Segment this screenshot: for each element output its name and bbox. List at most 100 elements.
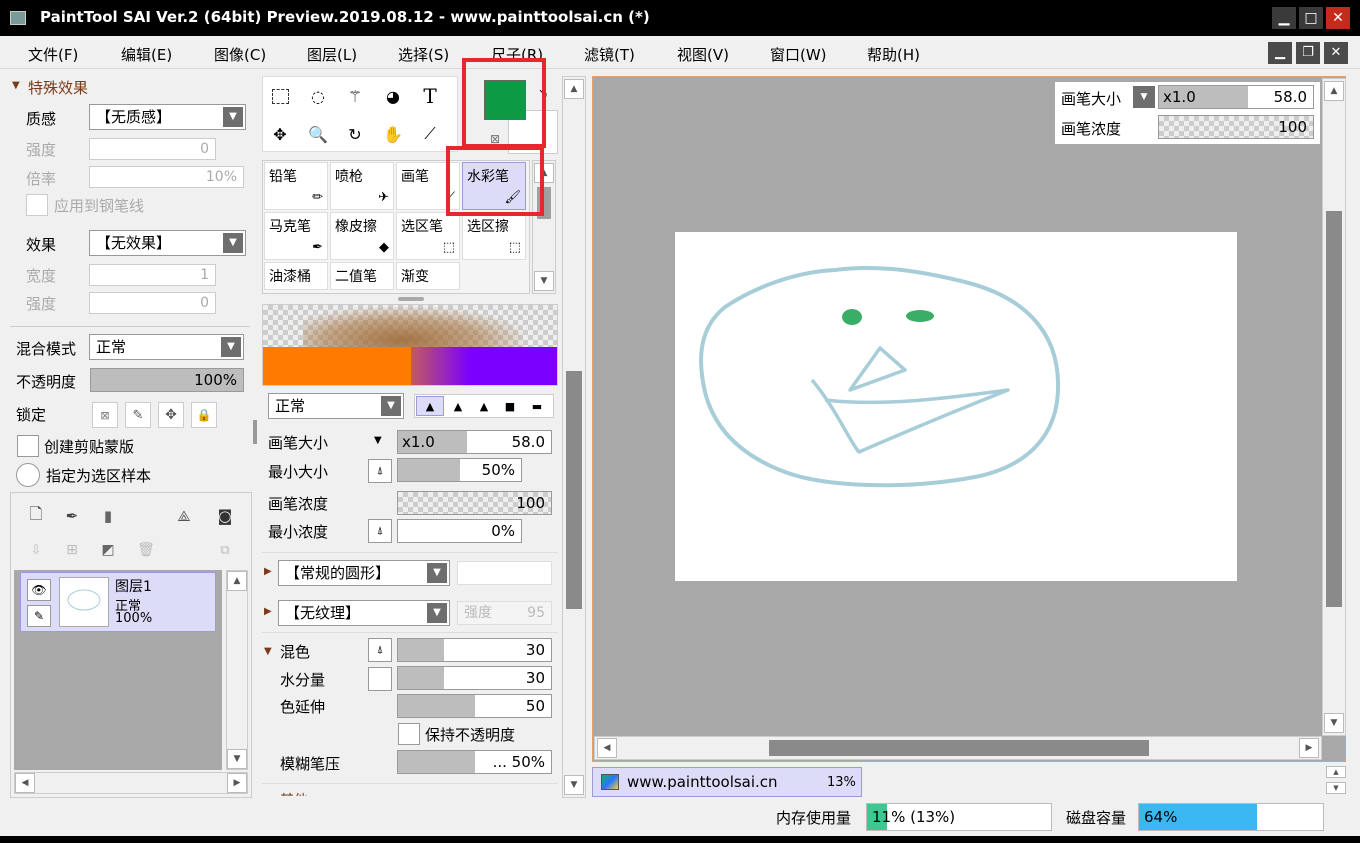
drawing-canvas[interactable] [675, 232, 1237, 581]
eyedropper-tool[interactable]: ⟋ [414, 118, 446, 150]
scroll-up-icon[interactable]: ▲ [564, 79, 584, 99]
brush-select-pen[interactable]: 选区笔 ⬚ [396, 212, 460, 260]
chevron-down-icon[interactable]: ▼ [374, 435, 382, 446]
mdi-restore-button[interactable]: ❐ [1296, 42, 1320, 64]
stretch-slider[interactable]: 50 [397, 694, 552, 718]
scroll-thumb[interactable] [1326, 211, 1342, 607]
keep-opacity-checkbox[interactable] [398, 723, 420, 745]
menu-filter[interactable]: 滤镜(T) [584, 44, 635, 65]
brush-size-slider[interactable]: x1.0 58.0 [397, 430, 552, 454]
mdi-close-button[interactable]: ✕ [1324, 42, 1348, 64]
tab-scroll-up-icon[interactable]: ▲ [1326, 766, 1346, 778]
zoom-tool[interactable]: 🔍 [302, 118, 334, 150]
layer-effect-icon[interactable]: ⟁ [172, 506, 196, 526]
lock-paint-icon[interactable]: ✎ [125, 402, 151, 428]
layer-mask-icon[interactable]: ◙ [214, 506, 236, 526]
pressure-icon[interactable]: ⍋ [368, 638, 392, 662]
pencil-icon[interactable]: ✎ [27, 605, 51, 627]
texture-strength-field[interactable]: 强度 95 [457, 601, 552, 625]
menu-help[interactable]: 帮助(H) [867, 44, 920, 65]
scale-field[interactable]: 10% [89, 166, 244, 188]
menu-image[interactable]: 图像(C) [214, 44, 266, 65]
canvas-hscrollbar[interactable]: ◀ ▶ [594, 736, 1322, 760]
pressure-icon[interactable]: ⍋ [368, 459, 392, 483]
magic-wand-tool[interactable]: ⚚ [339, 80, 371, 112]
overlay-size-slider[interactable]: x1.0 58.0 [1158, 85, 1314, 109]
tip-sharp-icon[interactable]: ▲ [416, 396, 444, 416]
effect-select[interactable]: 【无效果】 ▼ [89, 230, 246, 256]
overlay-density-slider[interactable]: 100 [1158, 115, 1314, 139]
close-button[interactable]: ✕ [1326, 7, 1350, 29]
expand-arrow-icon[interactable]: ▶ [264, 606, 272, 617]
shape-tool[interactable]: ◕ [377, 80, 409, 112]
brush-blend-select[interactable]: 正常 ▼ [268, 393, 404, 419]
blur-slider[interactable]: ... 50% [397, 750, 552, 774]
mix-slider[interactable]: 30 [397, 638, 552, 662]
min-density-slider[interactable]: 0% [397, 519, 522, 543]
scroll-up-icon[interactable]: ▲ [1324, 81, 1344, 101]
hand-tool[interactable]: ✋ [377, 118, 409, 150]
scroll-left-icon[interactable]: ◀ [597, 738, 617, 758]
menu-window[interactable]: 窗口(W) [770, 44, 827, 65]
move-tool[interactable]: ✥ [264, 118, 296, 150]
collapse-arrow-icon[interactable]: ▼ [264, 646, 272, 657]
tip-flat-icon[interactable]: ■ [498, 396, 522, 416]
lock-move-icon[interactable]: ✥ [158, 402, 184, 428]
layer-row[interactable]: 👁 ✎ 图层1 正常 100% [20, 572, 216, 632]
layer-hscrollbar[interactable]: ◀ ▶ [14, 772, 248, 794]
effects-header[interactable]: 特殊效果 [28, 77, 88, 98]
layer-scrollbar[interactable]: ▲ ▼ [226, 570, 248, 770]
scroll-down-icon[interactable]: ▼ [534, 271, 554, 291]
scroll-thumb[interactable] [769, 740, 1149, 756]
document-tab[interactable]: www.painttoolsai.cn 13% [592, 767, 862, 797]
brush-marker[interactable]: 马克笔 ✒ [264, 212, 328, 260]
brush-texture-select[interactable]: 【无纹理】 ▼ [278, 600, 450, 626]
panel-splitter[interactable] [398, 297, 424, 301]
scroll-thumb[interactable] [566, 371, 582, 609]
tab-scroll-down-icon[interactable]: ▼ [1326, 782, 1346, 794]
strength-field[interactable]: 0 [89, 138, 216, 160]
opacity-slider[interactable]: 100% [90, 368, 244, 392]
mdi-minimize-button[interactable]: ▁ [1268, 42, 1292, 64]
brush-shape-select[interactable]: 【常规的圆形】 ▼ [278, 560, 450, 586]
menu-edit[interactable]: 编辑(E) [121, 44, 172, 65]
clip-mask-checkbox[interactable] [17, 435, 39, 457]
maximize-button[interactable]: □ [1299, 7, 1323, 29]
tip-medium-icon[interactable]: ▲ [446, 396, 470, 416]
eye-icon[interactable]: 👁 [27, 579, 51, 601]
brush-pencil[interactable]: 铅笔 ✏ [264, 162, 328, 210]
minimize-button[interactable]: ▁ [1272, 7, 1296, 29]
pressure-icon[interactable]: ⍋ [368, 519, 392, 543]
min-size-slider[interactable]: 50% [397, 458, 522, 482]
density-slider[interactable]: 100 [397, 491, 552, 515]
scroll-down-icon[interactable]: ▼ [564, 775, 584, 795]
canvas-vscrollbar[interactable]: ▲ ▼ [1322, 78, 1346, 736]
tool-panel-scrollbar[interactable]: ▲ ▼ [562, 76, 586, 798]
apply-pen-checkbox[interactable] [26, 194, 48, 216]
scroll-right-icon[interactable]: ▶ [227, 773, 247, 793]
rect-select-tool[interactable] [264, 80, 296, 112]
lock-all-icon[interactable]: 🔒 [191, 402, 217, 428]
brush-eraser[interactable]: 橡皮擦 ◆ [330, 212, 394, 260]
scroll-down-icon[interactable]: ▼ [1324, 713, 1344, 733]
rotate-tool[interactable]: ↻ [339, 118, 371, 150]
tip-soft-icon[interactable]: ▲ [472, 396, 496, 416]
blend-mode-select[interactable]: 正常 ▼ [89, 334, 244, 360]
texture-select[interactable]: 【无质感】 ▼ [89, 104, 246, 130]
menu-select[interactable]: 选择(S) [398, 44, 449, 65]
scroll-right-icon[interactable]: ▶ [1299, 738, 1319, 758]
scroll-up-icon[interactable]: ▲ [227, 571, 247, 591]
tip-block-icon[interactable]: ▬ [524, 396, 550, 416]
new-folder-icon[interactable]: ▮ [98, 506, 118, 526]
panel-splitter[interactable] [253, 420, 257, 444]
menu-view[interactable]: 视图(V) [677, 44, 729, 65]
water-slider[interactable]: 30 [397, 666, 552, 690]
chevron-down-icon[interactable]: ▼ [1133, 86, 1155, 108]
brush-gradient[interactable]: 渐变 [396, 262, 460, 290]
brush-binary[interactable]: 二值笔 [330, 262, 394, 290]
brush-bucket[interactable]: 油漆桶 [264, 262, 328, 290]
water-pressure-checkbox[interactable] [368, 667, 392, 691]
new-layer-icon[interactable]: 🗋 [26, 504, 46, 526]
other-section-label[interactable]: 其他 [280, 788, 308, 796]
lock-transparency-icon[interactable]: ⊠ [92, 402, 118, 428]
